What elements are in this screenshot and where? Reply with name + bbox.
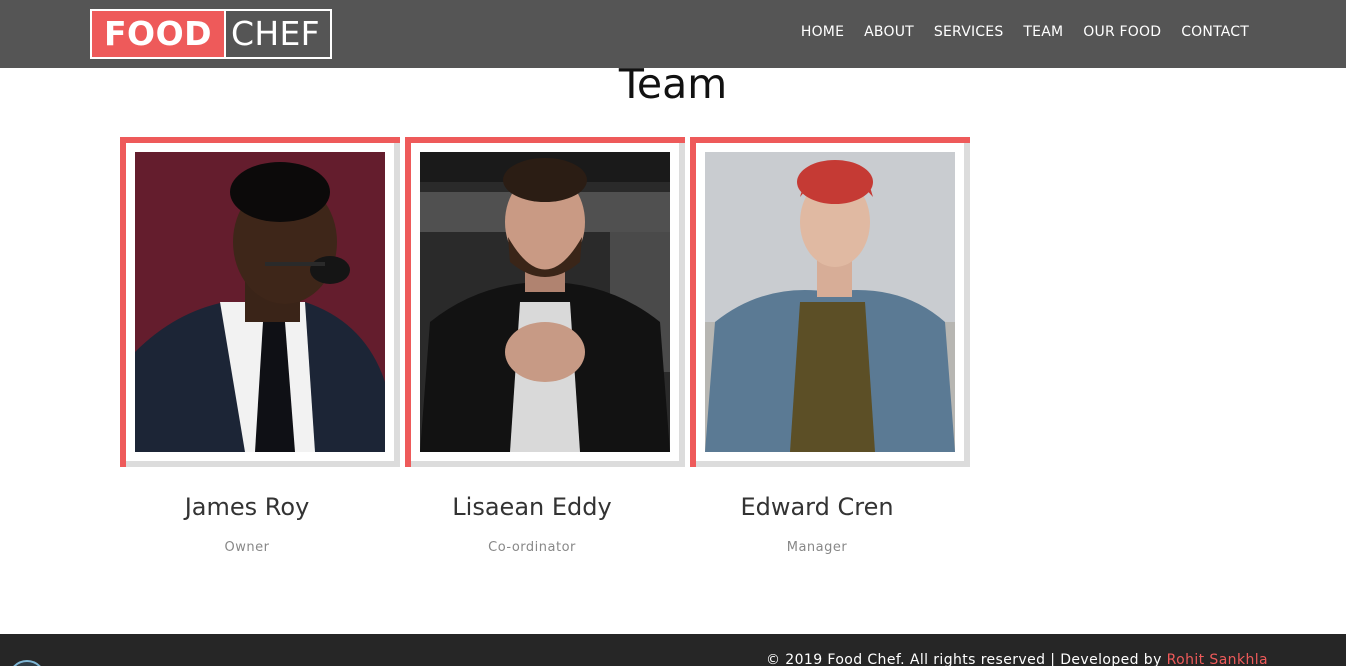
main-nav: HOME ABOUT SERVICES TEAM OUR FOOD CONTAC… (801, 24, 1249, 40)
nav-team[interactable]: TEAM (1023, 24, 1063, 40)
team-card (405, 137, 685, 467)
developer-link[interactable]: Rohit Sankhla (1167, 652, 1268, 666)
site-logo[interactable]: FOOD CHEF (90, 9, 332, 59)
nav-home[interactable]: HOME (801, 24, 844, 40)
nav-services[interactable]: SERVICES (934, 24, 1004, 40)
nav-our-food[interactable]: OUR FOOD (1083, 24, 1161, 40)
copyright-text: © 2019 Food Chef. All rights reserved | … (766, 652, 1268, 666)
team-card (120, 137, 400, 467)
member-name: James Roy (184, 493, 310, 521)
logo-food-text: FOOD (92, 11, 225, 57)
footer: © 2019 Food Chef. All rights reserved | … (0, 634, 1346, 666)
nav-contact[interactable]: CONTACT (1181, 24, 1249, 40)
team-photo-james-roy (135, 152, 385, 452)
nav-about[interactable]: ABOUT (864, 24, 914, 40)
member-name: Lisaean Eddy (452, 493, 612, 521)
section-title: Team (618, 60, 728, 108)
team-card (690, 137, 970, 467)
team-photo-lisaean-eddy (420, 152, 670, 452)
member-name: Edward Cren (740, 493, 894, 521)
member-role: Co-ordinator (488, 540, 576, 555)
team-photo-edward-cren (705, 152, 955, 452)
scroll-top-icon[interactable] (8, 660, 46, 666)
member-role: Owner (224, 540, 270, 555)
logo-chef-text: CHEF (231, 14, 320, 53)
member-role: Manager (786, 540, 848, 555)
copyright-label: © 2019 Food Chef. All rights reserved | … (766, 652, 1167, 666)
